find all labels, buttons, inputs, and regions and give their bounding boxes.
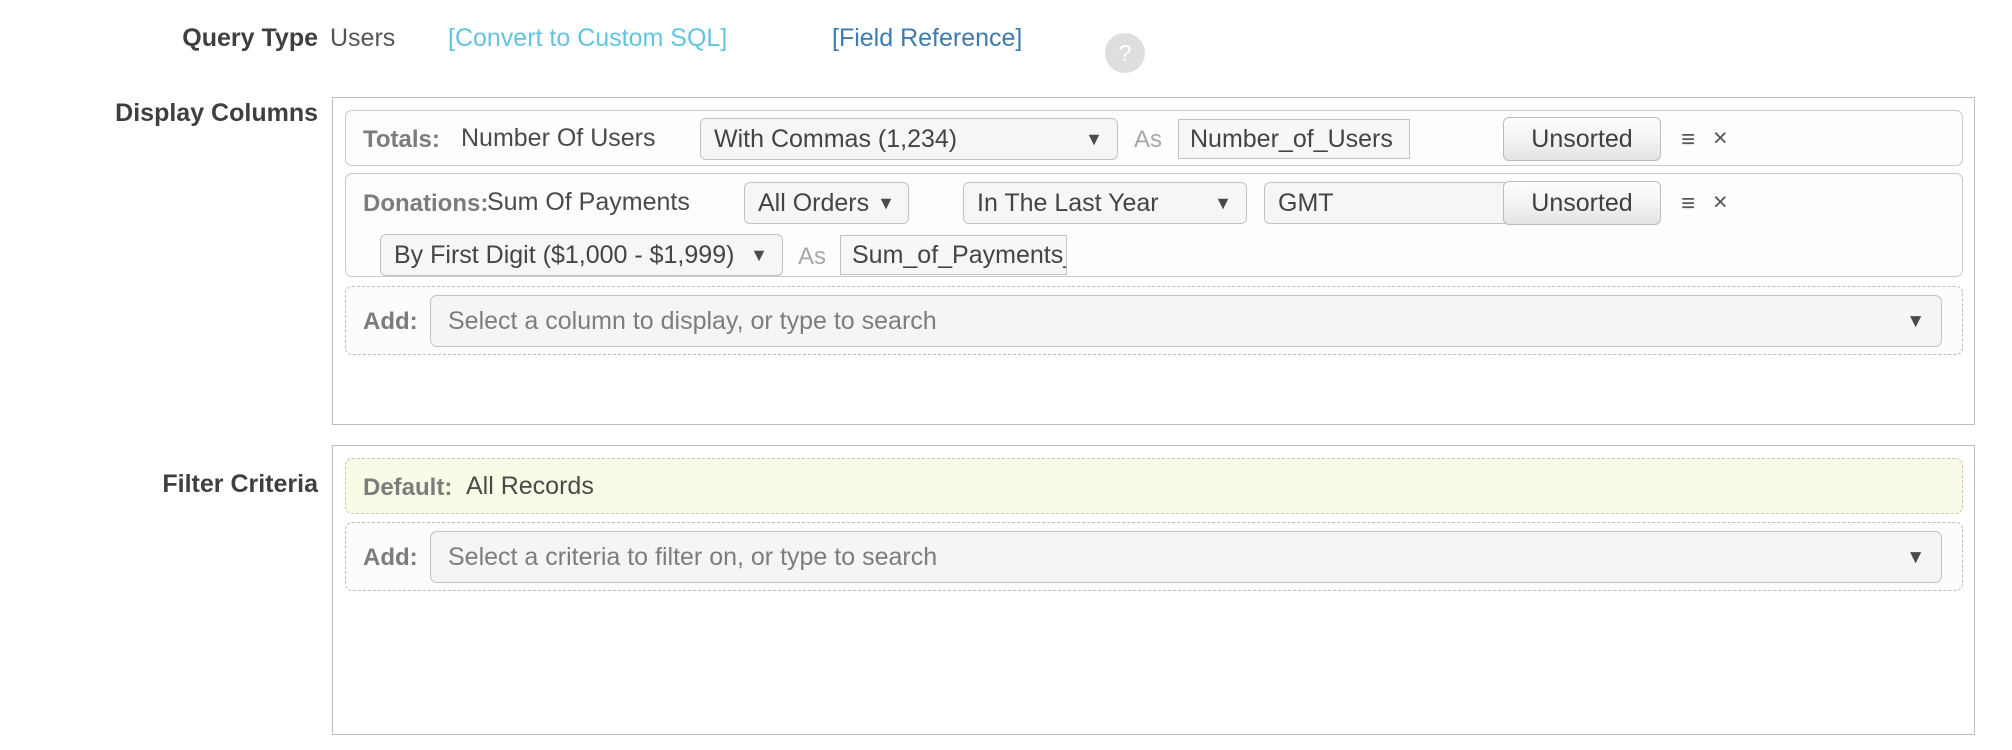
display-columns-label: Display Columns — [115, 99, 318, 127]
as-label-totals: As — [1134, 126, 1163, 153]
sort-button-donations[interactable]: Unsorted — [1503, 181, 1661, 225]
query-type-value: Users — [330, 24, 396, 52]
chevron-down-icon: ▼ — [877, 193, 895, 213]
bucket-select-donations-value: By First Digit ($1,000 - $1,999) — [394, 240, 735, 269]
display-column-row-totals[interactable]: Totals: Number Of Users With Commas (1,2… — [345, 110, 1963, 166]
add-criteria-combobox[interactable]: Select a criteria to filter on, or type … — [430, 531, 1942, 583]
chevron-down-icon: ▼ — [750, 245, 768, 265]
sort-button-totals-label: Unsorted — [1531, 124, 1633, 153]
bucket-select-donations[interactable]: By First Digit ($1,000 - $1,999) ▼ — [380, 234, 783, 276]
range-select-donations-value: In The Last Year — [977, 188, 1159, 217]
add-column-placeholder: Select a column to display, or type to s… — [448, 306, 937, 335]
alias-input-donations-value: Sum_of_Payments_ — [852, 240, 1067, 269]
add-label-display-columns: Add: — [363, 308, 418, 335]
alias-input-totals[interactable]: Number_of_Users — [1178, 119, 1410, 159]
chevron-down-icon: ▼ — [1085, 129, 1103, 149]
close-icon[interactable]: × — [1713, 190, 1728, 215]
sort-button-donations-label: Unsorted — [1531, 188, 1633, 217]
alias-input-totals-value: Number_of_Users — [1190, 124, 1393, 153]
help-icon[interactable]: ? — [1105, 33, 1145, 73]
hamburger-icon[interactable]: ≡ — [1681, 192, 1695, 216]
field-reference-link[interactable]: [Field Reference] — [832, 24, 1022, 53]
filter-criteria-panel: Default: All Records Add: Select a crite… — [332, 445, 1975, 735]
query-type-row: Query Type Users [Convert to Custom SQL]… — [0, 22, 2012, 73]
timezone-select-donations-value: GMT — [1278, 188, 1334, 217]
format-select-totals-value: With Commas (1,234) — [714, 124, 958, 153]
chevron-down-icon: ▼ — [1906, 310, 1925, 332]
hamburger-icon[interactable]: ≡ — [1681, 128, 1695, 152]
sort-button-totals[interactable]: Unsorted — [1503, 117, 1661, 161]
row-tag-totals: Totals: — [363, 126, 440, 153]
scope-select-donations[interactable]: All Orders ▼ — [744, 182, 909, 224]
add-column-combobox[interactable]: Select a column to display, or type to s… — [430, 295, 1942, 347]
filter-criteria-label: Filter Criteria — [162, 470, 318, 498]
filter-default-tag: Default: — [363, 474, 453, 501]
display-columns-add-row: Add: Select a column to display, or type… — [345, 286, 1963, 355]
filter-default-value: All Records — [466, 472, 594, 500]
add-label-filter-criteria: Add: — [363, 544, 418, 571]
row-field-donations: Sum Of Payments — [487, 188, 690, 216]
display-column-row-donations[interactable]: Donations: Sum Of Payments All Orders ▼ … — [345, 173, 1963, 277]
as-label-donations: As — [798, 243, 827, 270]
display-columns-panel: Totals: Number Of Users With Commas (1,2… — [332, 97, 1975, 425]
range-select-donations[interactable]: In The Last Year ▼ — [963, 182, 1247, 224]
filter-default-row[interactable]: Default: All Records — [345, 458, 1963, 514]
scope-select-donations-value: All Orders — [758, 188, 870, 217]
row-tag-donations: Donations: — [363, 190, 489, 217]
query-type-label-wrap: Query Type — [0, 22, 318, 64]
filter-criteria-add-row: Add: Select a criteria to filter on, or … — [345, 522, 1963, 591]
query-type-label: Query Type — [182, 24, 318, 52]
query-builder-page: Query Type Users [Convert to Custom SQL]… — [0, 0, 2012, 750]
chevron-down-icon: ▼ — [1214, 193, 1232, 213]
format-select-totals[interactable]: With Commas (1,234) ▼ — [700, 118, 1118, 160]
alias-input-donations[interactable]: Sum_of_Payments_ — [840, 235, 1067, 275]
row-field-totals: Number Of Users — [461, 124, 656, 152]
chevron-down-icon: ▼ — [1906, 546, 1925, 568]
close-icon[interactable]: × — [1713, 126, 1728, 151]
add-criteria-placeholder: Select a criteria to filter on, or type … — [448, 542, 938, 571]
convert-to-custom-sql-link[interactable]: [Convert to Custom SQL] — [448, 24, 727, 53]
